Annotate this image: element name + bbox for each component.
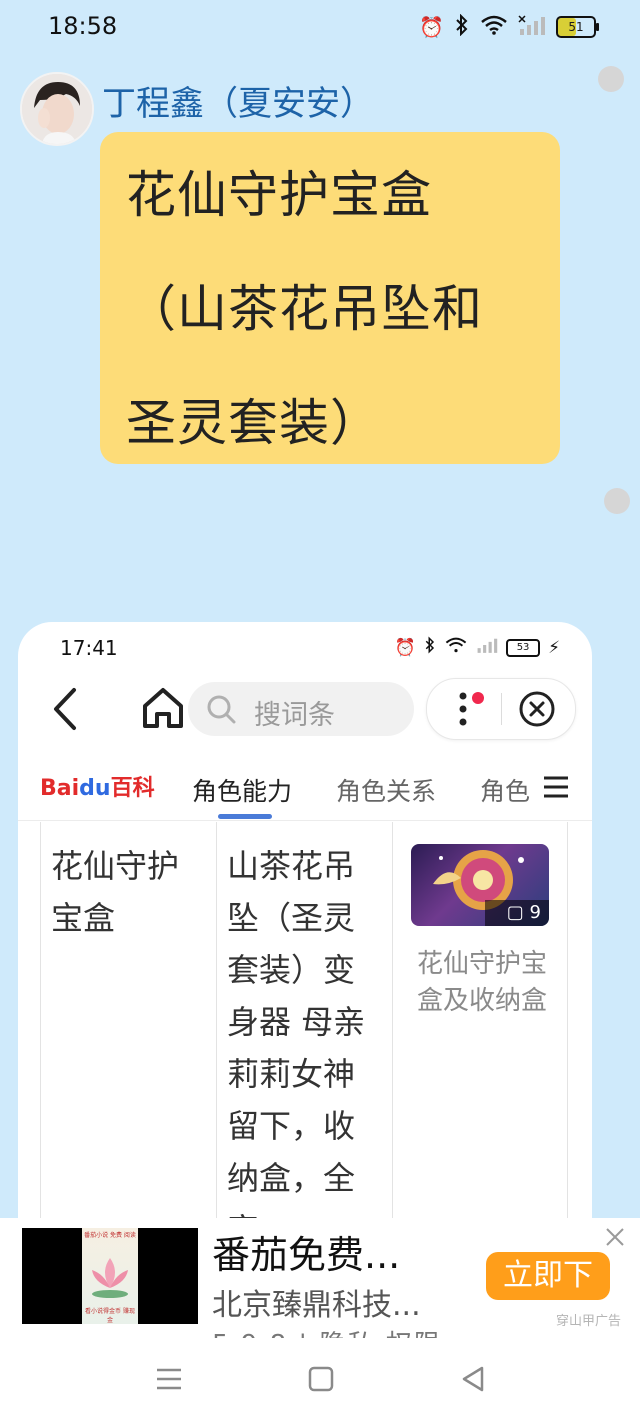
bluetooth-icon xyxy=(454,13,470,40)
battery-level: 53 xyxy=(516,641,530,653)
ad-image[interactable]: 番茄小说 免费 阅读 看小说得金币 赚现金 xyxy=(22,1228,198,1324)
table-cell: ▢ 9 花仙守护宝盒及收纳盒 xyxy=(392,822,568,1262)
ad-source-label: 穿山甲广告 xyxy=(556,1314,622,1329)
item-image[interactable]: ▢ 9 xyxy=(411,844,549,926)
sender-name: 丁程鑫（夏安安） xyxy=(102,84,374,124)
close-circle-icon[interactable] xyxy=(519,691,555,727)
home-square-icon[interactable] xyxy=(306,1364,336,1394)
ad-cta-button[interactable]: 立即下 xyxy=(486,1252,610,1300)
status-icons: ⏰ 51 xyxy=(419,13,599,40)
back-triangle-icon[interactable] xyxy=(458,1364,488,1394)
ad-image-bottom-text: 看小说得金币 赚现金 xyxy=(85,1308,135,1324)
tab-role-ability[interactable]: 角色能力 xyxy=(192,772,292,808)
battery-level: 51 xyxy=(568,20,584,34)
ability-table: 花仙守护宝盒 山茶花吊坠（圣灵套装）变身器 母亲莉莉女神留下，收纳盒，全家 ▢ … xyxy=(40,822,568,1262)
ad-subtitle[interactable]: 北京臻鼎科技... xyxy=(212,1280,421,1324)
menu-icon[interactable] xyxy=(154,1364,184,1394)
status-bar: 18:58 ⏰ 51 xyxy=(0,0,640,56)
message-bubble[interactable]: 花仙守护宝盒 （山茶花吊坠和 圣灵套装） xyxy=(100,132,560,464)
more-icon[interactable] xyxy=(459,691,467,727)
bluetooth-icon xyxy=(424,636,436,659)
ad-banner[interactable]: 番茄小说 免费 阅读 看小说得金币 赚现金 番茄免费... 北京臻鼎科技... … xyxy=(0,1218,640,1338)
image-count-badge: ▢ 9 xyxy=(485,900,549,926)
tab-bar: Baidu百科 角色能力 角色关系 角色 xyxy=(18,760,592,821)
message-text: 花仙守护宝盒 （山茶花吊坠和 圣灵套装） xyxy=(126,166,483,452)
message-status-dot xyxy=(604,488,630,514)
ad-title[interactable]: 番茄免费... xyxy=(212,1224,400,1279)
battery-icon: 53 xyxy=(506,638,541,657)
tab-role-relation[interactable]: 角色关系 xyxy=(336,772,436,808)
image-message[interactable]: 17:41 ⏰ 53 ⚡ 搜词条 Baidu百科 角色能力 角色关系 角色 花仙… xyxy=(18,622,592,1262)
search-input[interactable]: 搜词条 xyxy=(188,682,414,736)
image-caption: 花仙守护宝盒及收纳盒 xyxy=(416,949,547,1016)
message-status-dot xyxy=(598,66,624,92)
search-icon xyxy=(207,695,236,724)
capsule-divider xyxy=(501,693,502,725)
wifi-icon xyxy=(480,15,508,39)
signal-icon xyxy=(476,637,498,658)
ad-image-top-text: 番茄小说 免费 阅读 xyxy=(84,1232,136,1239)
close-icon[interactable] xyxy=(604,1226,626,1248)
active-tab-indicator xyxy=(218,814,272,819)
battery-icon: 51 xyxy=(556,16,599,38)
navigation-bar xyxy=(0,1338,640,1422)
alarm-icon: ⏰ xyxy=(394,637,417,658)
inner-status-icons: ⏰ 53 ⚡ xyxy=(395,636,560,659)
tab-role-more[interactable]: 角色 xyxy=(480,772,530,808)
item-description: 山茶花吊坠（圣灵套装）变身器 母亲莉莉女神留下，收纳盒，全家 xyxy=(227,847,366,1249)
status-time: 18:58 xyxy=(48,12,118,40)
back-icon[interactable] xyxy=(48,684,88,734)
ad-image-poster: 番茄小说 免费 阅读 看小说得金币 赚现金 xyxy=(82,1228,138,1324)
inner-status-time: 17:41 xyxy=(60,636,118,660)
search-placeholder: 搜词条 xyxy=(254,700,335,731)
gallery-icon: ▢ xyxy=(506,902,524,923)
wifi-icon xyxy=(444,637,468,658)
notification-dot xyxy=(472,692,484,704)
ad-extra-line: 5.9.8 | 隐私 权限 xyxy=(212,1324,442,1338)
baidu-baike-logo[interactable]: Baidu百科 xyxy=(40,770,155,802)
signal-icon xyxy=(518,15,546,39)
home-icon[interactable] xyxy=(140,684,186,732)
table-cell: 花仙守护宝盒 xyxy=(40,822,216,1262)
charging-icon: ⚡ xyxy=(548,637,560,658)
alarm-icon: ⏰ xyxy=(419,15,444,39)
lotus-icon xyxy=(92,1258,128,1298)
table-cell: 山茶花吊坠（圣灵套装）变身器 母亲莉莉女神留下，收纳盒，全家 xyxy=(216,822,392,1262)
capsule-menu[interactable] xyxy=(426,678,576,740)
menu-icon[interactable] xyxy=(542,774,570,800)
item-name: 花仙守护宝盒 xyxy=(51,847,180,937)
image-count: 9 xyxy=(529,902,541,923)
sender-avatar[interactable] xyxy=(20,72,94,146)
